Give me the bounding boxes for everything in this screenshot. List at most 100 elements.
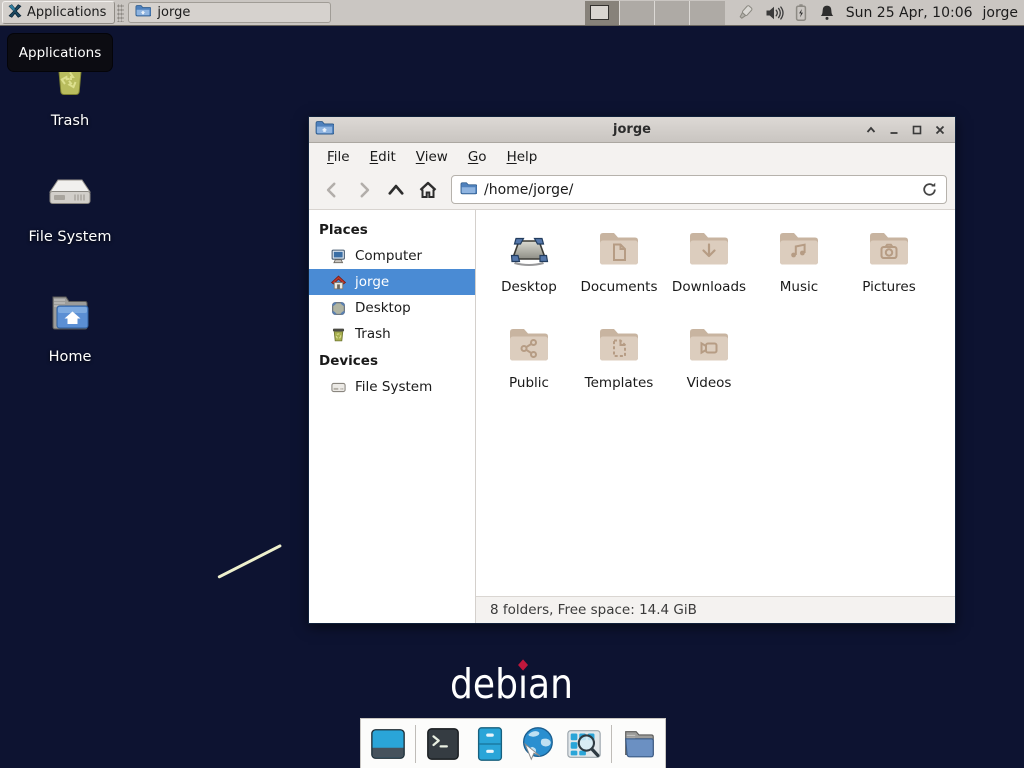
taskbar-window-button[interactable]: jorge xyxy=(128,2,331,23)
applications-tooltip: Applications xyxy=(7,33,113,72)
sidebar-heading-places: Places xyxy=(309,216,475,243)
downloads-folder-icon xyxy=(685,224,733,272)
shade-icon[interactable] xyxy=(860,120,881,140)
statusbar: 8 folders, Free space: 14.4 GiB xyxy=(476,596,955,623)
drive-icon xyxy=(330,379,347,396)
menu-view[interactable]: View xyxy=(406,145,458,169)
menu-edit[interactable]: Edit xyxy=(360,145,406,169)
window-body: Places Computer jorge Desktop Trash Devi… xyxy=(309,210,955,623)
system-tray xyxy=(735,3,836,23)
file-view-column: Desktop Documents Do xyxy=(476,210,955,623)
maximize-icon[interactable] xyxy=(906,120,927,140)
path-bar[interactable]: /home/jorge/ xyxy=(451,175,947,204)
file-item-label: Pictures xyxy=(862,279,915,295)
file-cabinet-icon xyxy=(471,725,509,763)
panel-clock[interactable]: Sun 25 Apr, 10:06 xyxy=(846,5,973,21)
computer-icon xyxy=(330,248,347,265)
workspace-2[interactable] xyxy=(620,1,655,25)
debian-logo-text: deb xyxy=(450,660,518,708)
minimize-icon[interactable] xyxy=(883,120,904,140)
path-text[interactable]: /home/jorge/ xyxy=(484,182,573,198)
home-button[interactable] xyxy=(413,175,443,205)
file-item-label: Templates xyxy=(585,375,654,391)
dock-separator xyxy=(611,725,612,763)
desktop-icon-label: File System xyxy=(29,229,112,245)
reload-icon[interactable] xyxy=(921,181,938,198)
volume-icon[interactable] xyxy=(764,4,784,22)
file-item-videos[interactable]: Videos xyxy=(664,320,754,412)
pictures-folder-icon xyxy=(865,224,913,272)
home-folder-icon xyxy=(45,288,95,342)
menu-file[interactable]: File xyxy=(317,145,360,169)
dock xyxy=(360,718,666,768)
desktop-icon xyxy=(330,300,347,317)
forward-button[interactable] xyxy=(349,175,379,205)
dock-directory-menu-button[interactable] xyxy=(619,724,659,764)
sidebar-item-file-system[interactable]: File System xyxy=(309,374,475,400)
file-item-label: Videos xyxy=(687,375,732,391)
file-item-pictures[interactable]: Pictures xyxy=(844,224,934,316)
close-icon[interactable] xyxy=(929,120,950,140)
desktop-icon-file-system[interactable]: File System xyxy=(15,168,125,245)
workspace-window-thumbnail xyxy=(590,5,609,20)
sidebar-item-label: Trash xyxy=(355,326,391,342)
applications-tooltip-text: Applications xyxy=(19,45,101,61)
templates-folder-icon xyxy=(595,320,643,368)
panel-username[interactable]: jorge xyxy=(983,5,1018,21)
dock-file-manager-button[interactable] xyxy=(470,724,510,764)
notifications-bell-icon[interactable] xyxy=(818,3,836,22)
menu-go[interactable]: Go xyxy=(458,145,497,169)
panel-grip-handle[interactable] xyxy=(117,4,124,22)
toolbar: /home/jorge/ xyxy=(309,170,955,210)
file-item-music[interactable]: Music xyxy=(754,224,844,316)
desktop-icon-label: Home xyxy=(49,349,92,365)
dock-show-desktop-button[interactable] xyxy=(368,724,408,764)
window-titlebar[interactable]: jorge xyxy=(309,117,955,143)
applications-menu-button[interactable]: Applications xyxy=(2,1,115,24)
top-panel: Applications jorge xyxy=(0,0,1024,26)
sidebar-item-label: File System xyxy=(355,379,432,395)
file-item-downloads[interactable]: Downloads xyxy=(664,224,754,316)
debian-logo: debıan xyxy=(450,660,573,708)
battery-icon[interactable] xyxy=(793,3,809,22)
file-grid[interactable]: Desktop Documents Do xyxy=(476,210,955,596)
desktop-pad-icon xyxy=(505,224,553,272)
workspace-1[interactable] xyxy=(585,1,620,25)
sidebar-item-desktop[interactable]: Desktop xyxy=(309,295,475,321)
music-folder-icon xyxy=(775,224,823,272)
menubar: File Edit View Go Help xyxy=(309,143,955,170)
sidebar-heading-devices: Devices xyxy=(309,347,475,374)
menu-help[interactable]: Help xyxy=(497,145,548,169)
debian-logo-i: ı xyxy=(518,660,528,708)
file-item-documents[interactable]: Documents xyxy=(574,224,664,316)
taskbar-folder-icon xyxy=(135,4,151,21)
workspace-3[interactable] xyxy=(655,1,690,25)
show-desktop-icon xyxy=(369,725,407,763)
panel-right-group: Sun 25 Apr, 10:06 jorge xyxy=(585,1,1024,25)
sidebar-item-trash[interactable]: Trash xyxy=(309,321,475,347)
open-folder-icon xyxy=(620,725,658,763)
taskbar-window-label: jorge xyxy=(157,5,190,20)
workspace-switcher[interactable] xyxy=(585,1,725,25)
sidebar-item-label: jorge xyxy=(355,274,389,290)
sidebar-item-computer[interactable]: Computer xyxy=(309,243,475,269)
file-item-label: Downloads xyxy=(672,279,746,295)
back-button[interactable] xyxy=(317,175,347,205)
web-browser-globe-icon xyxy=(517,724,557,764)
stylus-icon[interactable] xyxy=(735,3,755,23)
file-manager-window: jorge File Edit View Go Help /home/jorge… xyxy=(308,116,956,624)
dock-app-finder-button[interactable] xyxy=(564,724,604,764)
sidebar-item-jorge[interactable]: jorge xyxy=(309,269,475,295)
file-item-label: Music xyxy=(780,279,818,295)
file-item-public[interactable]: Public xyxy=(484,320,574,412)
public-folder-icon xyxy=(505,320,553,368)
debian-logo-text: an xyxy=(528,660,573,708)
dock-web-browser-button[interactable] xyxy=(517,724,557,764)
dock-terminal-button[interactable] xyxy=(423,724,463,764)
desktop-icon-home[interactable]: Home xyxy=(15,288,125,365)
up-button[interactable] xyxy=(381,175,411,205)
workspace-4[interactable] xyxy=(690,1,725,25)
file-item-templates[interactable]: Templates xyxy=(574,320,664,412)
videos-folder-icon xyxy=(685,320,733,368)
file-item-desktop[interactable]: Desktop xyxy=(484,224,574,316)
